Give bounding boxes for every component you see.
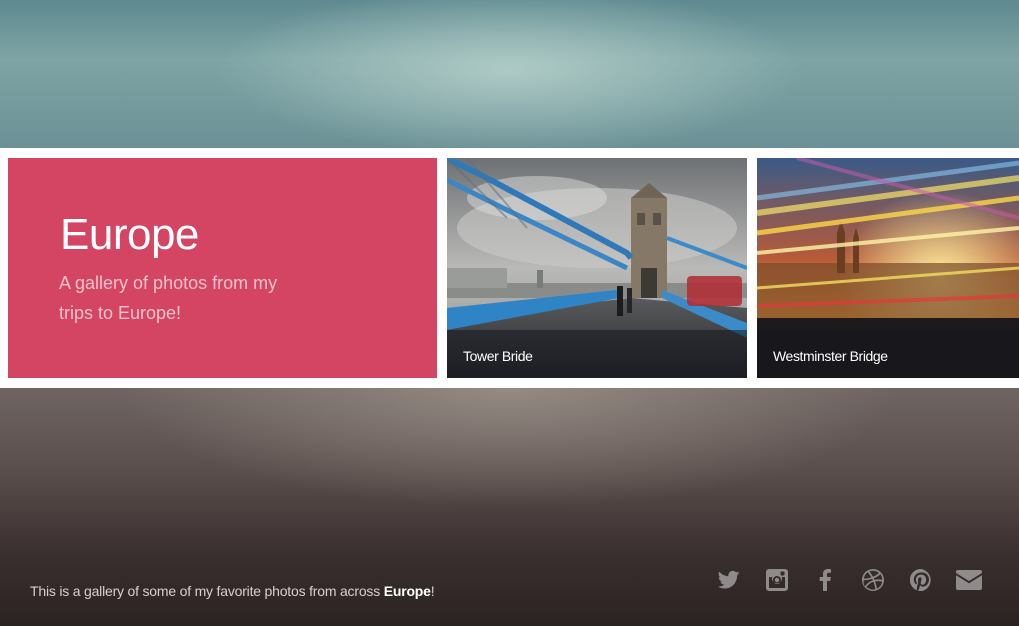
envelope-icon[interactable] (945, 567, 993, 593)
footer-text-trail: ! (430, 583, 435, 599)
social-links (705, 567, 993, 593)
gallery-description: A gallery of photos from my trips to Eur… (59, 273, 278, 323)
gallery-intro-card: Europe A gallery of photos from my trips… (8, 158, 437, 378)
footer-description: This is a gallery of some of my favorite… (30, 583, 435, 599)
photo-card-tower-bridge[interactable]: Tower Bride (447, 158, 747, 378)
instagram-icon[interactable] (753, 567, 801, 593)
facebook-icon[interactable] (801, 567, 849, 593)
footer-text-lead: This is a gallery of some of my favorite… (30, 583, 384, 599)
header-background (0, 0, 1019, 148)
photo-caption: Tower Bride (447, 330, 747, 378)
photo-card-westminster-bridge[interactable]: Westminster Bridge (757, 158, 1019, 378)
pinterest-icon[interactable] (897, 567, 945, 593)
gallery-title: Europe (60, 210, 199, 259)
dribbble-icon[interactable] (849, 567, 897, 593)
photo-caption: Westminster Bridge (757, 330, 1019, 378)
footer-text-emphasis: Europe (383, 583, 431, 599)
twitter-icon[interactable] (705, 567, 753, 593)
